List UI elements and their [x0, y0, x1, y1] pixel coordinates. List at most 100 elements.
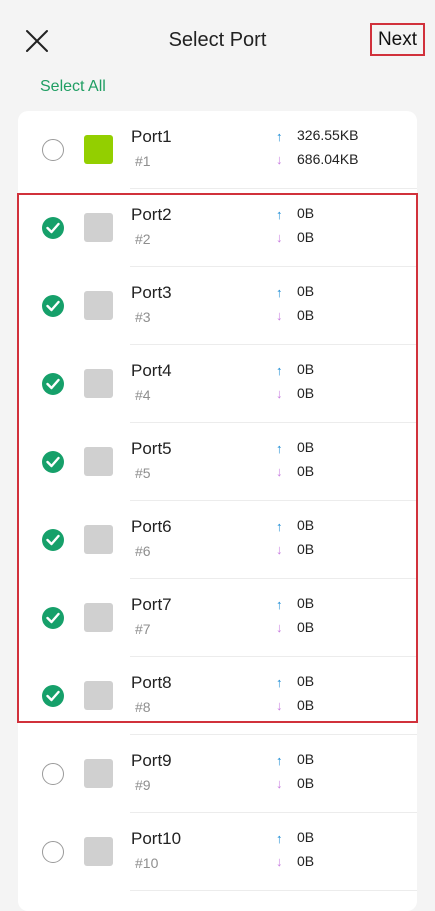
upload-arrow-icon: ↑ [276, 363, 283, 378]
port-name: Port7 [131, 595, 172, 614]
port-name: Port5 [131, 439, 172, 458]
download-arrow-icon: ↓ [276, 308, 283, 323]
port-checkbox[interactable] [42, 451, 64, 473]
upload-value: 0B [297, 751, 315, 767]
port-checkbox[interactable] [42, 373, 64, 395]
upload-value: 0B [297, 439, 315, 455]
check-icon [46, 300, 60, 312]
download-arrow-icon: ↓ [276, 698, 283, 713]
upload-arrow-icon: ↑ [276, 831, 283, 846]
port-row-5[interactable]: Port5 #5 ↑ 0B ↓ 0B [18, 423, 417, 501]
port-checkbox[interactable] [42, 295, 64, 317]
port-color-swatch [84, 837, 113, 866]
check-icon [46, 378, 60, 390]
port-color-swatch [84, 603, 113, 632]
port-number: #3 [135, 309, 151, 325]
next-button[interactable]: Next [370, 23, 425, 56]
port-list: Port1 #1 ↑ 326.55KB ↓ 686.04KB Port2 #2 … [18, 111, 417, 911]
download-arrow-icon: ↓ [276, 386, 283, 401]
upload-arrow-icon: ↑ [276, 129, 283, 144]
port-checkbox[interactable] [42, 529, 64, 551]
port-checkbox[interactable] [42, 763, 64, 785]
port-checkbox[interactable] [42, 685, 64, 707]
port-checkbox[interactable] [42, 217, 64, 239]
row-divider [130, 890, 417, 891]
upload-value: 0B [297, 205, 315, 221]
download-value: 0B [297, 307, 315, 323]
port-checkbox[interactable] [42, 841, 64, 863]
port-row-3[interactable]: Port3 #3 ↑ 0B ↓ 0B [18, 267, 417, 345]
port-number: #4 [135, 387, 151, 403]
download-arrow-icon: ↓ [276, 152, 283, 167]
upload-value: 0B [297, 595, 315, 611]
download-value: 0B [297, 775, 315, 791]
upload-value: 0B [297, 283, 315, 299]
select-all-link[interactable]: Select All [40, 78, 106, 96]
port-number: #6 [135, 543, 151, 559]
upload-value: 0B [297, 829, 315, 845]
check-icon [46, 222, 60, 234]
download-arrow-icon: ↓ [276, 776, 283, 791]
download-value: 0B [297, 697, 315, 713]
download-arrow-icon: ↓ [276, 620, 283, 635]
upload-value: 0B [297, 361, 315, 377]
port-row-9[interactable]: Port9 #9 ↑ 0B ↓ 0B [18, 735, 417, 813]
port-row-4[interactable]: Port4 #4 ↑ 0B ↓ 0B [18, 345, 417, 423]
download-value: 0B [297, 463, 315, 479]
download-value: 0B [297, 853, 315, 869]
download-arrow-icon: ↓ [276, 464, 283, 479]
upload-arrow-icon: ↑ [276, 285, 283, 300]
port-row-8[interactable]: Port8 #8 ↑ 0B ↓ 0B [18, 657, 417, 735]
port-number: #9 [135, 777, 151, 793]
port-row-1[interactable]: Port1 #1 ↑ 326.55KB ↓ 686.04KB [18, 111, 417, 189]
upload-arrow-icon: ↑ [276, 519, 283, 534]
port-color-swatch [84, 759, 113, 788]
upload-value: 0B [297, 673, 315, 689]
upload-value: 326.55KB [297, 127, 359, 143]
check-icon [46, 534, 60, 546]
upload-arrow-icon: ↑ [276, 753, 283, 768]
download-value: 0B [297, 385, 315, 401]
port-name: Port2 [131, 205, 172, 224]
port-number: #1 [135, 153, 151, 169]
upload-arrow-icon: ↑ [276, 675, 283, 690]
port-color-swatch [84, 135, 113, 164]
port-color-swatch [84, 369, 113, 398]
port-row-7[interactable]: Port7 #7 ↑ 0B ↓ 0B [18, 579, 417, 657]
port-name: Port8 [131, 673, 172, 692]
download-value: 0B [297, 229, 315, 245]
port-checkbox[interactable] [42, 607, 64, 629]
header-bar: Select Port Next [0, 0, 435, 80]
port-number: #7 [135, 621, 151, 637]
upload-value: 0B [297, 517, 315, 533]
download-arrow-icon: ↓ [276, 854, 283, 869]
check-icon [46, 456, 60, 468]
download-value: 0B [297, 541, 315, 557]
upload-arrow-icon: ↑ [276, 207, 283, 222]
port-color-swatch [84, 447, 113, 476]
port-checkbox[interactable] [42, 139, 64, 161]
port-number: #5 [135, 465, 151, 481]
port-row-6[interactable]: Port6 #6 ↑ 0B ↓ 0B [18, 501, 417, 579]
port-name: Port3 [131, 283, 172, 302]
upload-arrow-icon: ↑ [276, 441, 283, 456]
port-name: Port10 [131, 829, 182, 848]
port-number: #2 [135, 231, 151, 247]
port-name: Port1 [131, 127, 172, 146]
download-arrow-icon: ↓ [276, 230, 283, 245]
port-color-swatch [84, 213, 113, 242]
download-arrow-icon: ↓ [276, 542, 283, 557]
port-number: #8 [135, 699, 151, 715]
download-value: 0B [297, 619, 315, 635]
port-name: Port9 [131, 751, 172, 770]
port-number: #10 [135, 855, 159, 871]
port-color-swatch [84, 525, 113, 554]
check-icon [46, 690, 60, 702]
port-name: Port4 [131, 361, 172, 380]
port-row-2[interactable]: Port2 #2 ↑ 0B ↓ 0B [18, 189, 417, 267]
download-value: 686.04KB [297, 151, 359, 167]
port-row-10[interactable]: Port10 #10 ↑ 0B ↓ 0B [18, 813, 417, 891]
port-color-swatch [84, 681, 113, 710]
check-icon [46, 612, 60, 624]
port-color-swatch [84, 291, 113, 320]
